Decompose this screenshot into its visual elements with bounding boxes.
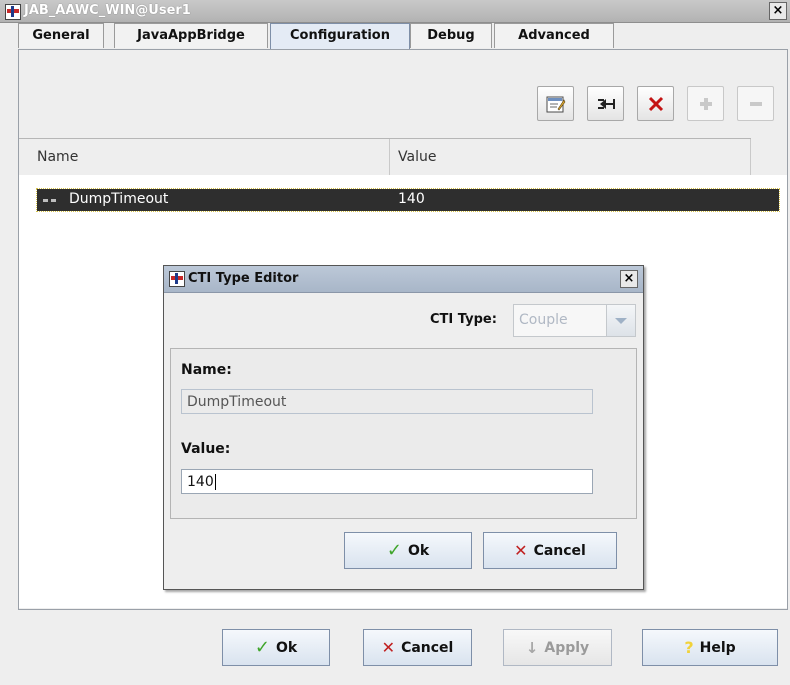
dialog-cancel-button[interactable]: ✕ Cancel (483, 532, 617, 569)
dialog-title: CTI Type Editor (188, 271, 299, 286)
tab-advanced[interactable]: Advanced (494, 23, 614, 48)
apply-label: Apply (544, 639, 590, 656)
import-icon (597, 98, 615, 109)
dialog-ok-label: Ok (407, 542, 430, 559)
tab-general[interactable]: General (18, 23, 104, 48)
cancel-button[interactable]: ✕ Cancel (363, 629, 472, 666)
toolbar (19, 50, 787, 140)
dialog-close-icon[interactable]: × (620, 270, 638, 288)
cti-type-select[interactable]: Couple (513, 304, 636, 337)
value-field[interactable]: 140 (181, 469, 593, 494)
delete-icon (648, 96, 663, 111)
dialog-title-bar: CTI Type Editor × (164, 266, 643, 293)
add-icon (699, 97, 712, 110)
tree-leaf-icon (43, 199, 57, 202)
ok-label: Ok (275, 639, 298, 656)
name-label: Name: (181, 362, 232, 378)
add-button[interactable] (687, 86, 724, 121)
remove-button[interactable] (737, 86, 774, 121)
fields-panel: Name: DumpTimeout Value: 140 (170, 348, 637, 519)
text-caret (214, 474, 216, 490)
cti-type-label: CTI Type: (430, 312, 497, 327)
help-label: Help (699, 639, 736, 656)
apply-arrow-icon: ↓ (525, 638, 539, 657)
row-name-cell: DumpTimeout (69, 191, 169, 207)
tab-javaappbridge[interactable]: JavaAppBridge (114, 23, 268, 48)
column-divider (389, 139, 390, 175)
cancel-x-icon: ✕ (381, 638, 396, 657)
tab-configuration[interactable]: Configuration (270, 23, 410, 51)
window-title: JAB_AAWC_WIN@User1 (24, 3, 191, 18)
value-label: Value: (181, 441, 231, 457)
check-icon: ✓ (386, 540, 402, 561)
row-value-cell: 140 (398, 191, 425, 207)
help-question-icon: ? (684, 638, 694, 657)
cancel-x-icon: ✕ (514, 541, 528, 560)
dialog-cancel-label: Cancel (533, 542, 586, 559)
column-header-value[interactable]: Value (398, 139, 436, 175)
remove-icon (749, 101, 762, 106)
cti-type-editor-dialog: CTI Type Editor × CTI Type: Couple Name:… (163, 265, 644, 590)
app-icon (5, 4, 21, 20)
column-divider (750, 139, 751, 175)
table-header: Name Value (19, 138, 751, 176)
edit-button[interactable] (537, 86, 574, 121)
title-bar: JAB_AAWC_WIN@User1 × (0, 0, 790, 23)
delete-button[interactable] (637, 86, 674, 121)
close-icon[interactable]: × (769, 2, 787, 20)
help-button[interactable]: ? Help (642, 629, 778, 666)
value-field-text: 140 (187, 474, 214, 490)
name-field[interactable]: DumpTimeout (181, 389, 593, 414)
import-button[interactable] (587, 86, 624, 121)
cancel-label: Cancel (401, 639, 454, 656)
check-icon: ✓ (254, 637, 270, 658)
apply-button[interactable]: ↓ Apply (503, 629, 612, 666)
column-header-name[interactable]: Name (37, 139, 78, 175)
chevron-down-icon[interactable] (606, 305, 635, 336)
edit-properties-icon (546, 96, 565, 112)
dialog-app-icon (169, 271, 185, 287)
dialog-ok-button[interactable]: ✓ Ok (344, 532, 472, 569)
tab-debug[interactable]: Debug (410, 23, 492, 48)
ok-button[interactable]: ✓ Ok (222, 629, 330, 666)
cti-type-value: Couple (519, 312, 568, 328)
table-row[interactable]: DumpTimeout 140 (36, 188, 780, 212)
